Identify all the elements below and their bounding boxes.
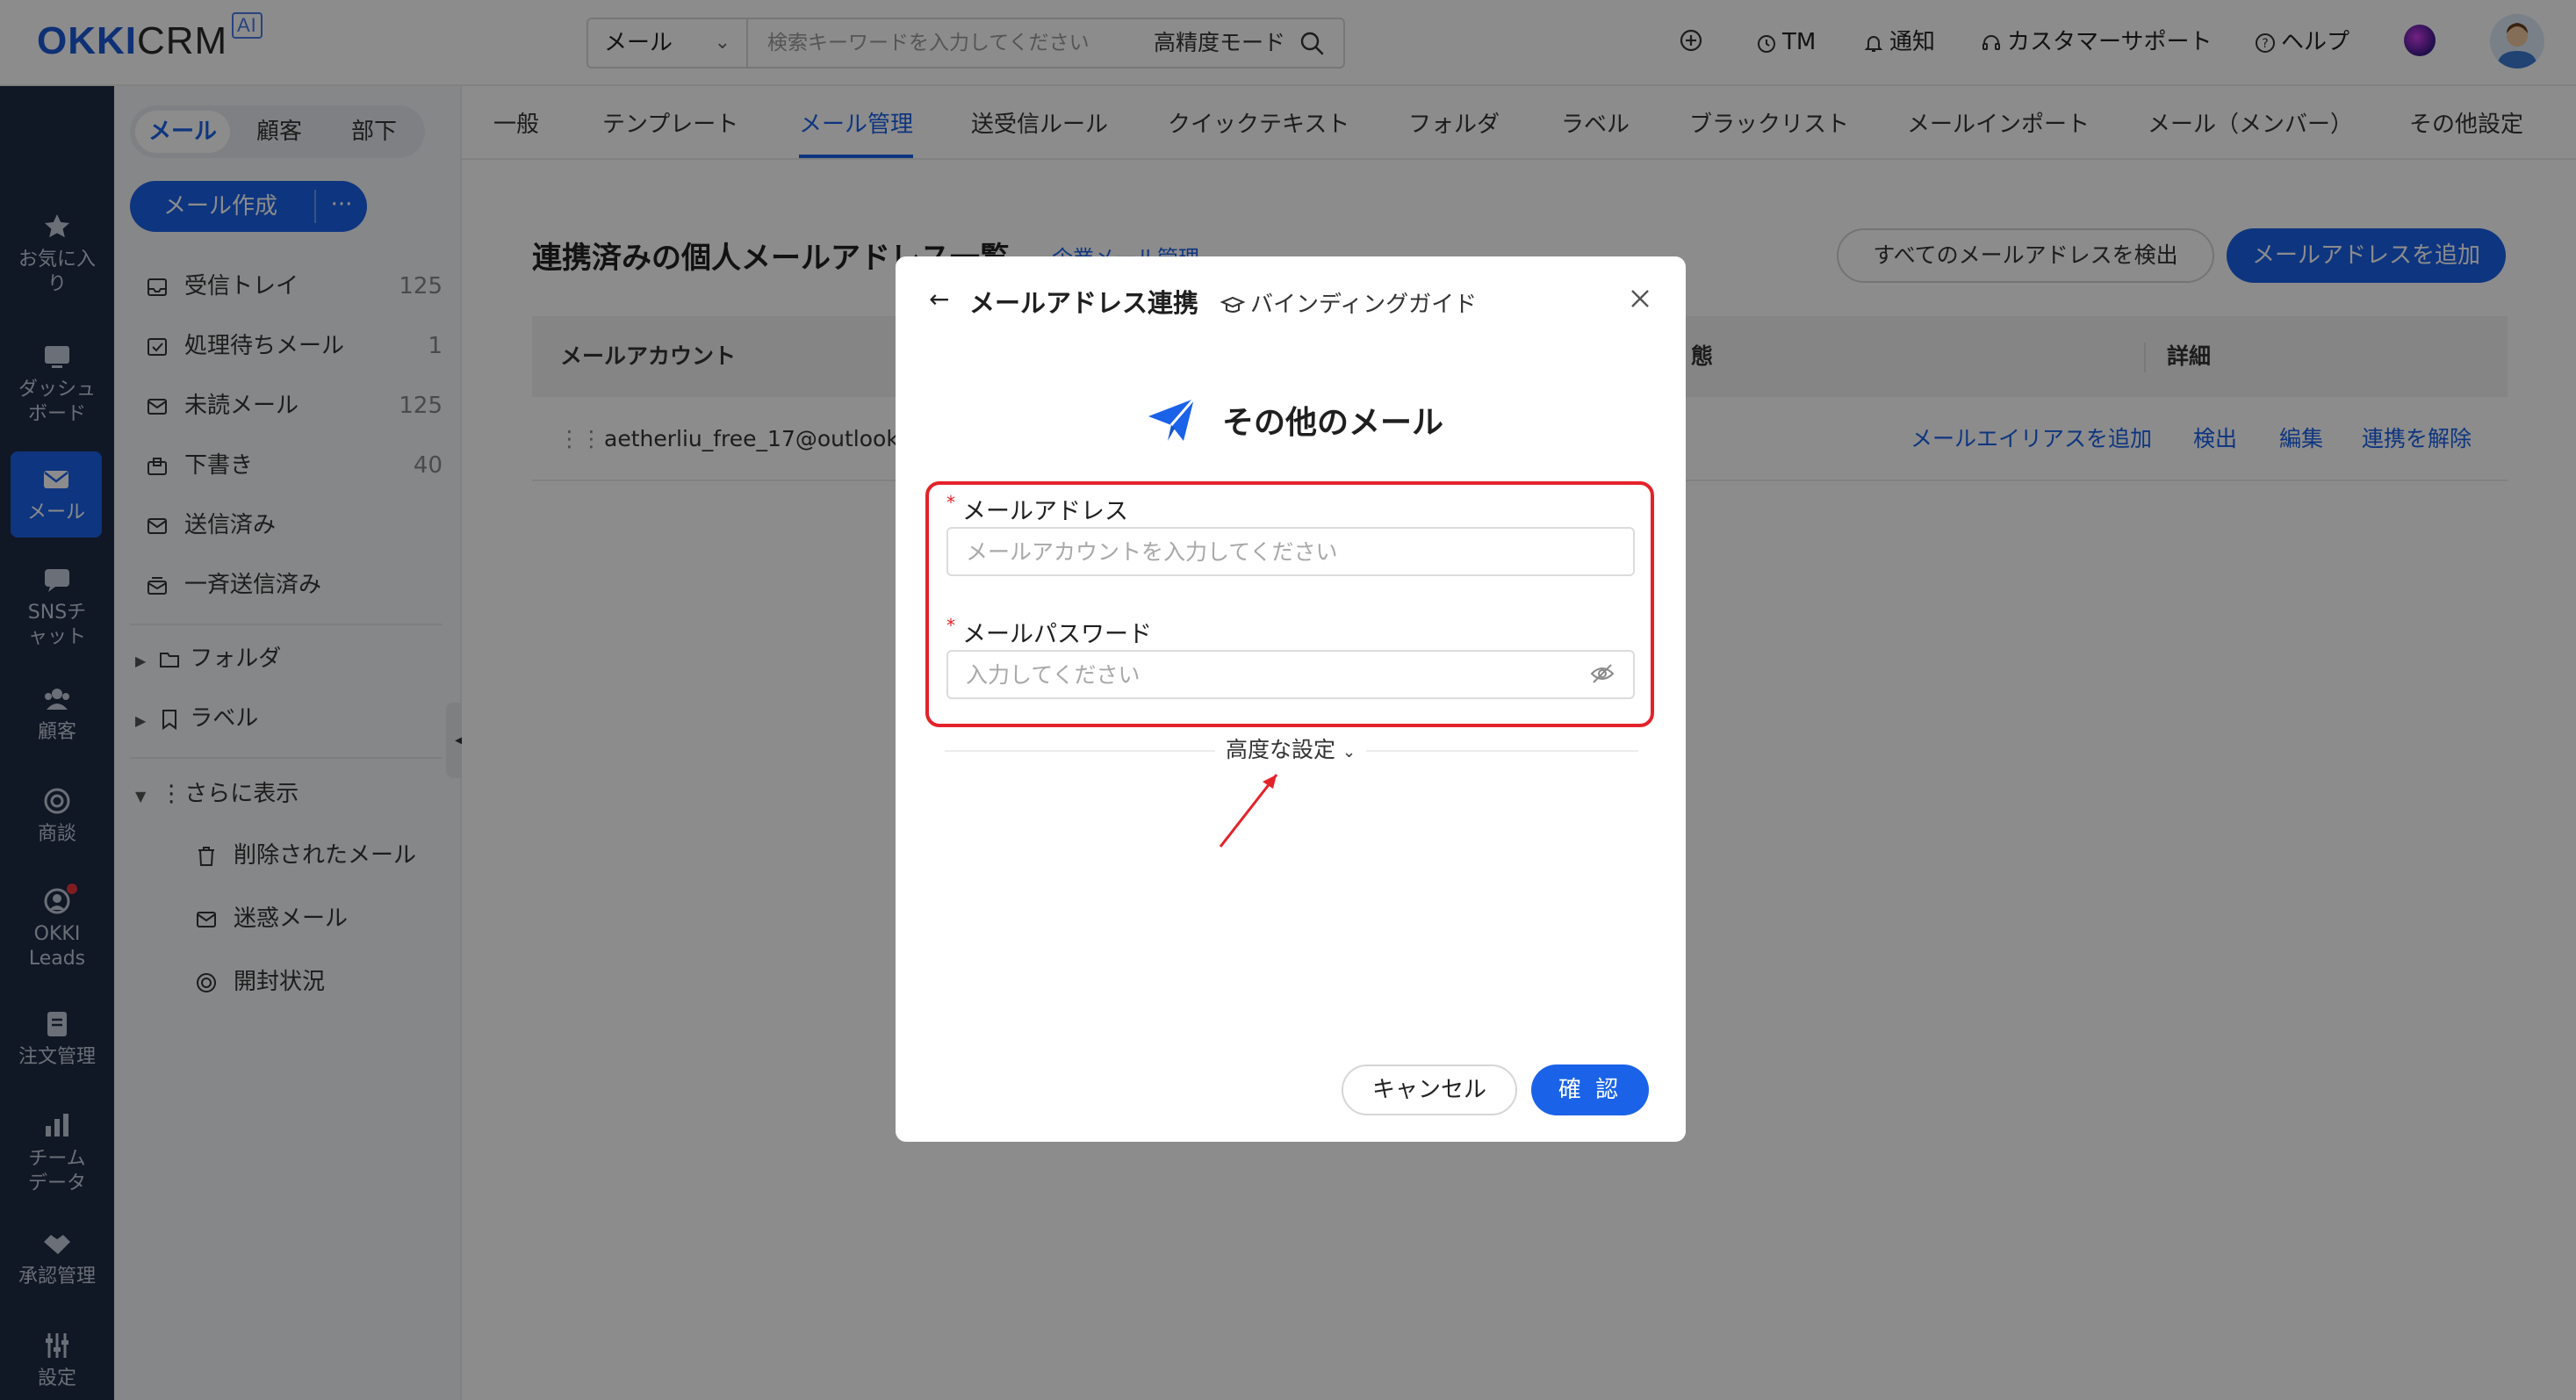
password-label-text: メールパスワード — [962, 621, 1152, 648]
paper-plane-icon — [1148, 398, 1196, 441]
password-field-label: * メールパスワード — [946, 615, 1152, 649]
binding-guide-label: バインディングガイド — [1250, 292, 1478, 318]
cancel-button[interactable]: キャンセル — [1342, 1064, 1517, 1115]
graduation-cap-icon — [1220, 296, 1246, 313]
password-field[interactable] — [946, 650, 1635, 699]
provider-title: その他のメール — [1222, 405, 1444, 441]
app-root: OKKICRM AI メール ⌄ 検索キーワードを入力してください 高精度モード… — [0, 0, 2576, 1400]
email-binding-dialog: ← メールアドレス連携 バインディングガイド その他のメール * メールアドレス … — [896, 256, 1686, 1142]
advanced-settings-toggle[interactable]: 高度な設定 ⌄ — [1215, 734, 1367, 769]
advanced-settings-label: 高度な設定 — [1226, 737, 1336, 762]
email-field[interactable] — [946, 527, 1635, 576]
eye-off-icon[interactable] — [1589, 660, 1615, 687]
back-arrow-icon[interactable]: ← — [929, 285, 949, 314]
close-icon[interactable] — [1628, 286, 1652, 311]
dialog-title: メールアドレス連携 — [969, 288, 1199, 318]
email-label-text: メールアドレス — [962, 498, 1128, 525]
required-mark: * — [946, 492, 955, 513]
required-mark: * — [946, 615, 955, 636]
confirm-button[interactable]: 確 認 — [1531, 1064, 1649, 1115]
email-field-label: * メールアドレス — [946, 492, 1128, 526]
binding-guide-link[interactable]: バインディングガイド — [1220, 286, 1477, 319]
chevron-down-icon: ⌄ — [1342, 743, 1356, 761]
annotation-arrow — [1219, 774, 1278, 848]
